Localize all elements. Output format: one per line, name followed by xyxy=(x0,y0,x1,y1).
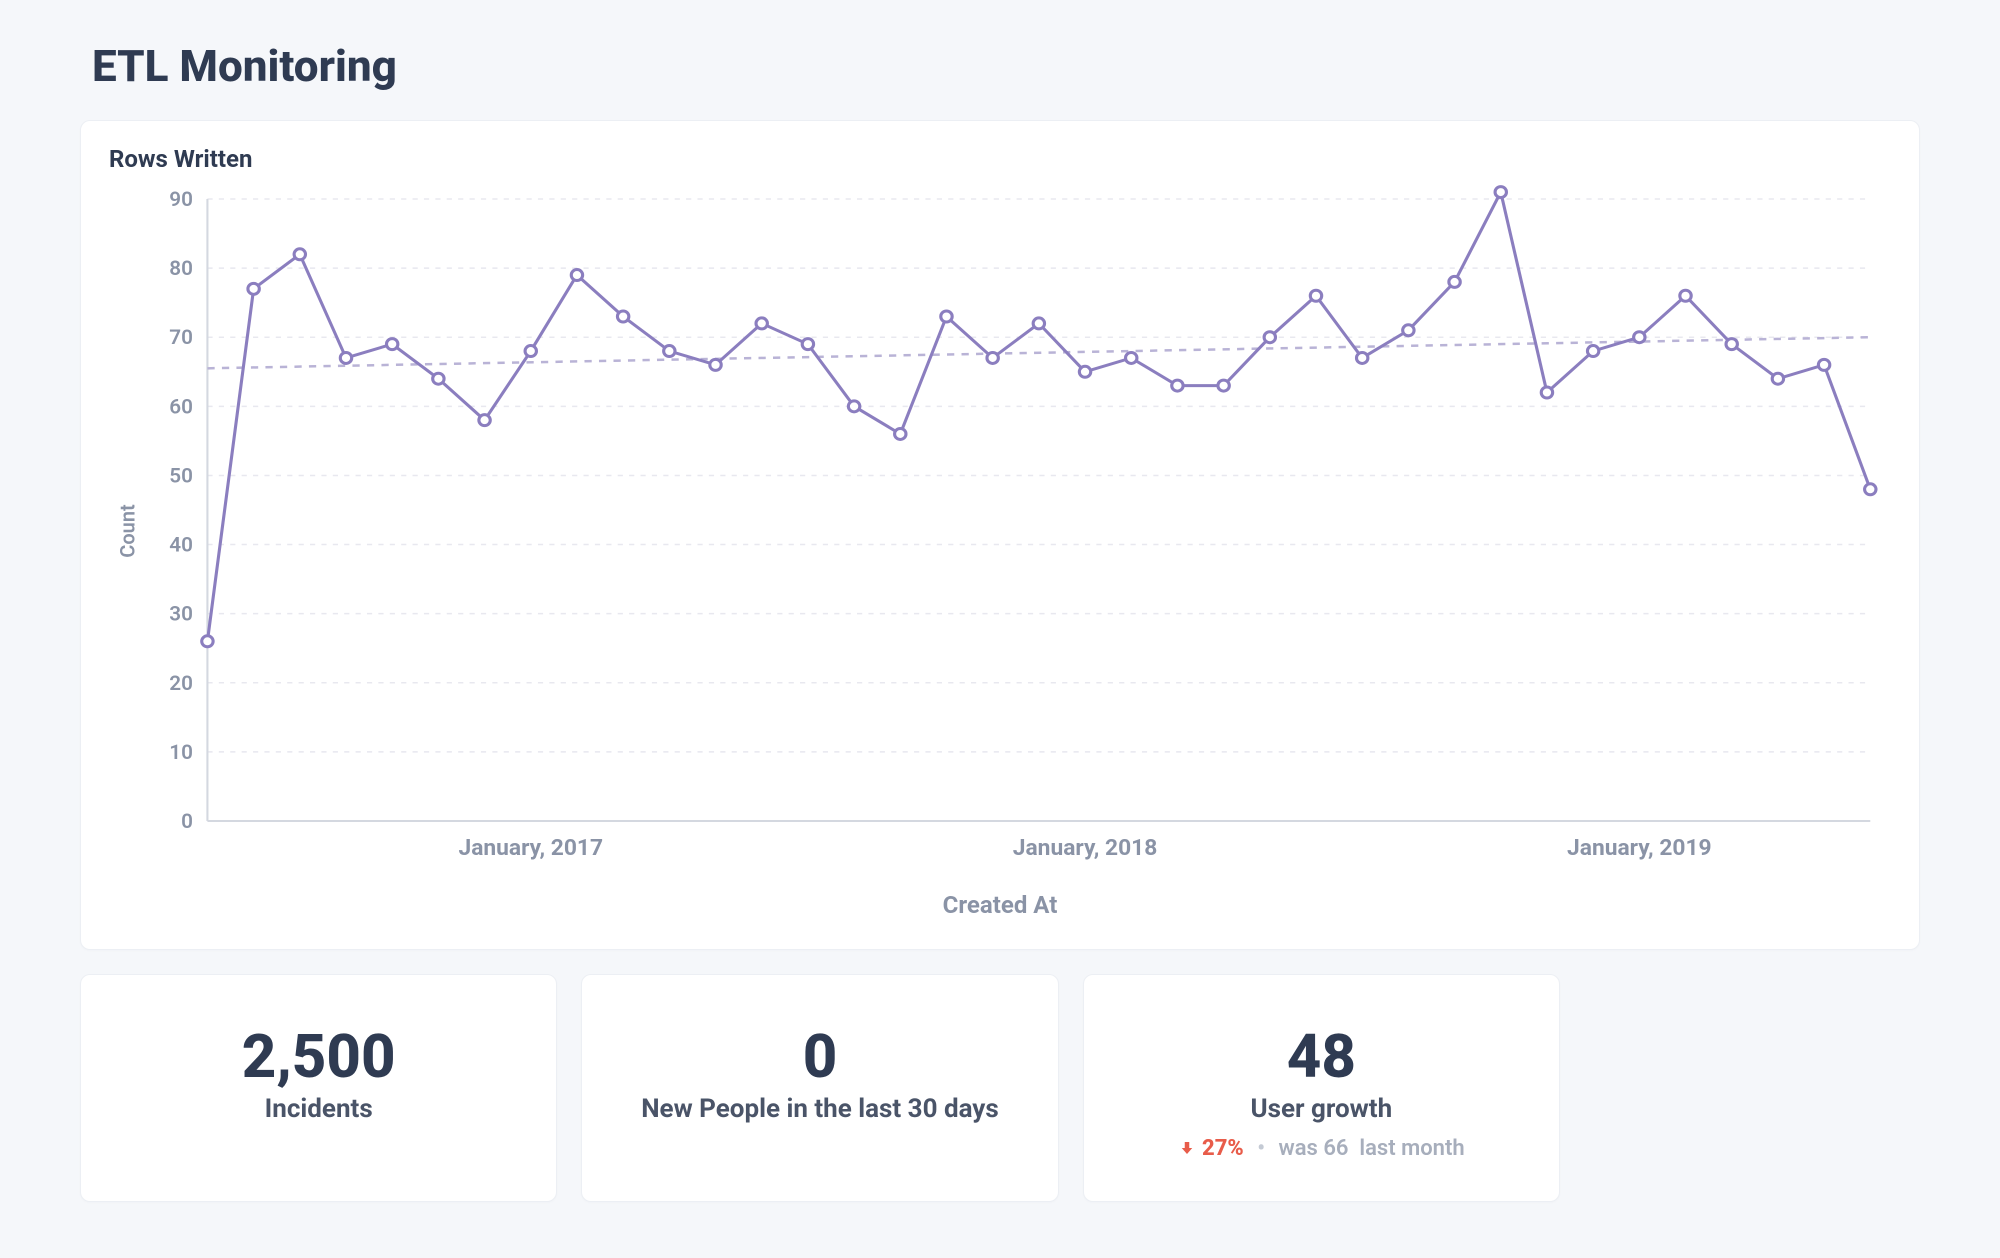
x-axis-label: Created At xyxy=(109,891,1891,919)
svg-text:80: 80 xyxy=(169,256,193,280)
metric-label: User growth xyxy=(1104,1094,1539,1124)
page-title: ETL Monitoring xyxy=(92,40,1920,92)
metric-value: 0 xyxy=(602,1025,1037,1088)
svg-text:10: 10 xyxy=(169,740,193,764)
metric-value: 48 xyxy=(1104,1025,1539,1088)
svg-text:30: 30 xyxy=(169,602,193,626)
svg-text:January, 2017: January, 2017 xyxy=(458,835,603,861)
chart-title: Rows Written xyxy=(109,145,1891,173)
y-axis-label: Count xyxy=(116,504,140,557)
svg-text:0: 0 xyxy=(181,809,193,833)
svg-text:90: 90 xyxy=(169,187,193,211)
svg-text:60: 60 xyxy=(169,395,193,419)
metric-new-people[interactable]: 0 New People in the last 30 days xyxy=(581,974,1058,1202)
svg-text:20: 20 xyxy=(169,671,193,695)
metric-label: Incidents xyxy=(101,1094,536,1124)
svg-text:70: 70 xyxy=(169,326,193,350)
metric-user-growth[interactable]: 48 User growth 27% • was 66 last month xyxy=(1083,974,1560,1202)
svg-text:January, 2018: January, 2018 xyxy=(1013,835,1158,861)
rows-written-chart[interactable]: Count 0 10 20 30 40 50 60 70 80 90 January, 2017 Ja… xyxy=(109,181,1891,881)
svg-text:January, 2019: January, 2019 xyxy=(1567,835,1712,861)
metric-label: New People in the last 30 days xyxy=(602,1094,1037,1124)
svg-text:50: 50 xyxy=(169,464,193,488)
metric-value: 2,500 xyxy=(101,1025,536,1088)
metric-incidents[interactable]: 2,500 Incidents xyxy=(80,974,557,1202)
metrics-row: 2,500 Incidents 0 New People in the last… xyxy=(80,974,1560,1202)
svg-text:40: 40 xyxy=(169,533,193,557)
metric-delta: 27% • was 66 last month xyxy=(1104,1136,1539,1161)
arrow-down-icon xyxy=(1178,1139,1196,1157)
rows-written-chart-card: Rows Written Count 0 10 20 30 40 50 60 70 80 90 Ja… xyxy=(80,120,1920,950)
